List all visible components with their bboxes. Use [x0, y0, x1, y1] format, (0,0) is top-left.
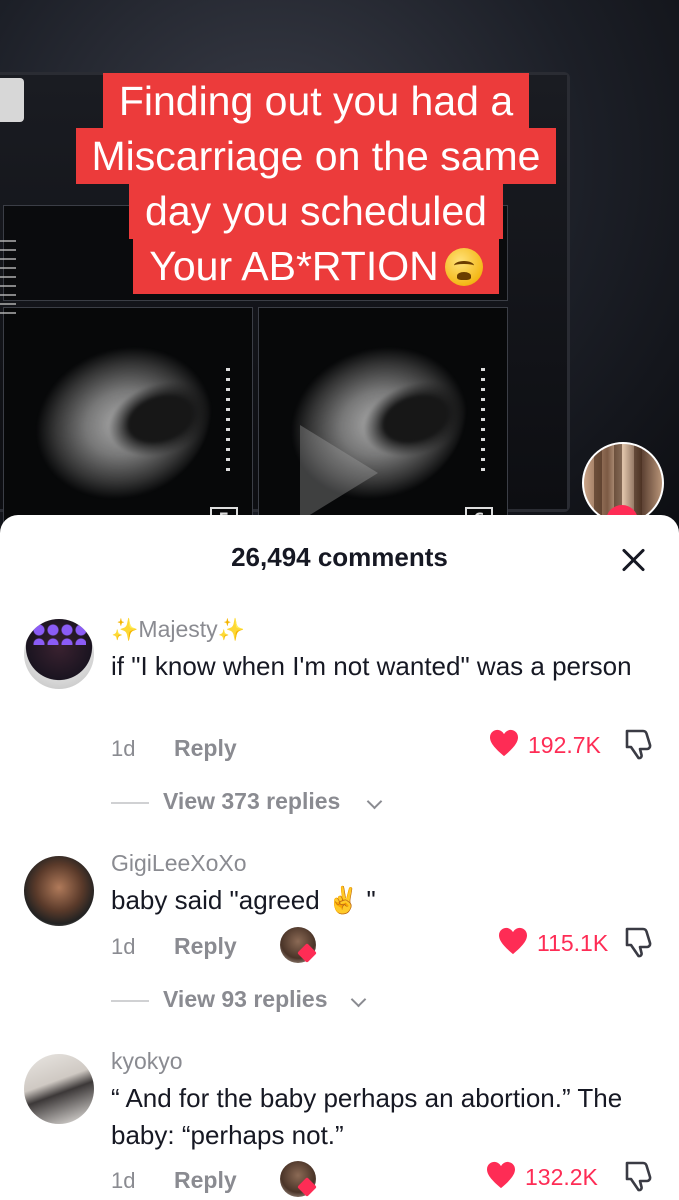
like-count: 115.1K: [537, 930, 609, 956]
comment-age: 1d: [111, 1168, 136, 1193]
like-button[interactable]: 132.2K: [486, 1158, 608, 1192]
sparkle-icon: ✨: [217, 617, 246, 642]
view-replies-button[interactable]: View 373 replies: [111, 788, 411, 818]
monitor-side-ticks: [0, 240, 16, 320]
monitor-side-tab: [0, 78, 24, 122]
dislike-icon[interactable]: [621, 925, 655, 959]
comment-age: 1d: [111, 934, 136, 959]
ultrasound-panel-left: 5: [3, 307, 253, 540]
heart-icon: [499, 927, 527, 955]
caption-line: Miscarriage on the same: [75, 128, 557, 184]
play-icon[interactable]: [300, 425, 378, 521]
reply-button[interactable]: Reply: [174, 1167, 237, 1194]
avatar[interactable]: [24, 619, 94, 689]
comments-sheet: 26,494 comments ✨Majesty✨ if "I know whe…: [0, 515, 679, 1200]
divider: [111, 802, 149, 804]
divider: [111, 1000, 149, 1002]
like-button[interactable]: 115.1K: [498, 924, 608, 958]
caption-line-text: Your AB*RTION: [149, 243, 439, 289]
video-caption: Finding out you had a Miscarriage on the…: [42, 73, 590, 294]
weary-face-icon: [444, 248, 483, 286]
avatar[interactable]: [24, 1054, 94, 1124]
comment-text: if "I know when I'm not wanted" was a pe…: [111, 651, 632, 681]
view-replies-label: View 93 replies: [163, 986, 328, 1012]
caption-line-last: Your AB*RTION: [133, 238, 499, 294]
avatar[interactable]: [24, 856, 94, 926]
comment-text-end: ": [359, 885, 376, 915]
ultrasound-panel-right: 6: [258, 307, 508, 540]
view-replies-label: View 373 replies: [163, 788, 341, 814]
comment-text: baby said "agreed ✌️ ": [111, 882, 656, 919]
caption-line: Finding out you had a: [102, 73, 530, 129]
comment-text-start: baby said "agreed: [111, 885, 327, 915]
comment-author[interactable]: kyokyo: [111, 1048, 183, 1075]
heart-icon: [490, 729, 518, 757]
view-replies-button[interactable]: View 93 replies: [111, 986, 411, 1016]
ultrasound-image: [15, 323, 233, 523]
close-icon[interactable]: [617, 543, 651, 577]
like-count: 192.7K: [528, 732, 601, 758]
victory-hand-icon: ✌️: [326, 885, 360, 915]
caption-line: day you scheduled: [129, 183, 503, 239]
comments-count-title: 26,494 comments: [231, 542, 448, 572]
depth-scale: [481, 368, 485, 478]
video-player[interactable]: 5 6 Finding out you had a Miscarriage on…: [0, 0, 679, 540]
like-count: 132.2K: [525, 1164, 598, 1190]
comment-text: “ And for the baby perhaps an abortion.”…: [111, 1083, 623, 1150]
reply-button[interactable]: Reply: [174, 933, 237, 960]
dislike-icon[interactable]: [621, 727, 655, 761]
dislike-icon[interactable]: [621, 1159, 655, 1193]
sparkle-icon: ✨: [111, 617, 139, 642]
comment-age: 1d: [111, 736, 136, 761]
like-button[interactable]: 192.7K: [489, 726, 609, 760]
heart-icon: [487, 1161, 515, 1189]
chevron-down-icon: [350, 991, 367, 1008]
comment-author[interactable]: ✨Majesty✨: [111, 616, 245, 643]
comment-author[interactable]: GigiLeeXoXo: [111, 850, 247, 877]
depth-scale: [226, 368, 230, 478]
author-name: Majesty: [138, 616, 218, 642]
chevron-down-icon: [366, 793, 383, 810]
reply-button[interactable]: Reply: [174, 735, 237, 762]
